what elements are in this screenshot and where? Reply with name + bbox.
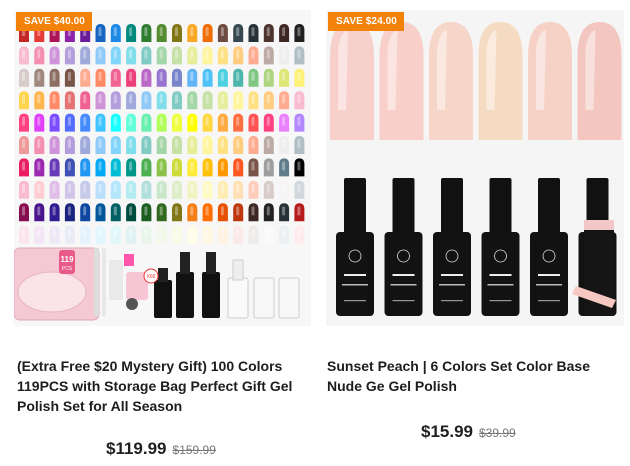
nail-swatches-graphic: 119 PCS X60 [14, 24, 305, 321]
original-price: $159.99 [172, 443, 216, 457]
product-image-2[interactable]: SAVE $24.00 [326, 10, 624, 326]
product-title[interactable]: (Extra Free $20 Mystery Gift) 100 Colors… [17, 356, 311, 416]
product-title[interactable]: Sunset Peach | 6 Colors Set Color Base N… [327, 356, 623, 396]
bottles-graphic: X60 [143, 252, 300, 319]
price-row: $15.99 $39.99 [421, 422, 516, 442]
case-sub-label: PCS [62, 266, 73, 272]
storage-case-graphic: 119 PCS [14, 247, 100, 321]
bottle-row [336, 178, 617, 316]
x60-label: X60 [147, 274, 156, 280]
case-number-label: 119 [61, 255, 74, 264]
nail-tips-row [330, 22, 622, 140]
nude-polish-graphic [330, 22, 622, 316]
original-price: $39.99 [479, 426, 516, 440]
price-row: $119.99 $159.99 [106, 439, 216, 459]
sale-price: $15.99 [421, 422, 473, 441]
tools-graphic [94, 248, 148, 316]
sale-price: $119.99 [106, 439, 167, 458]
save-badge: SAVE $24.00 [328, 12, 404, 31]
product-image-1[interactable]: SAVE $40.00 119 PCS X60 [14, 10, 311, 326]
save-badge: SAVE $40.00 [16, 12, 92, 31]
swatch-grid [19, 24, 305, 244]
